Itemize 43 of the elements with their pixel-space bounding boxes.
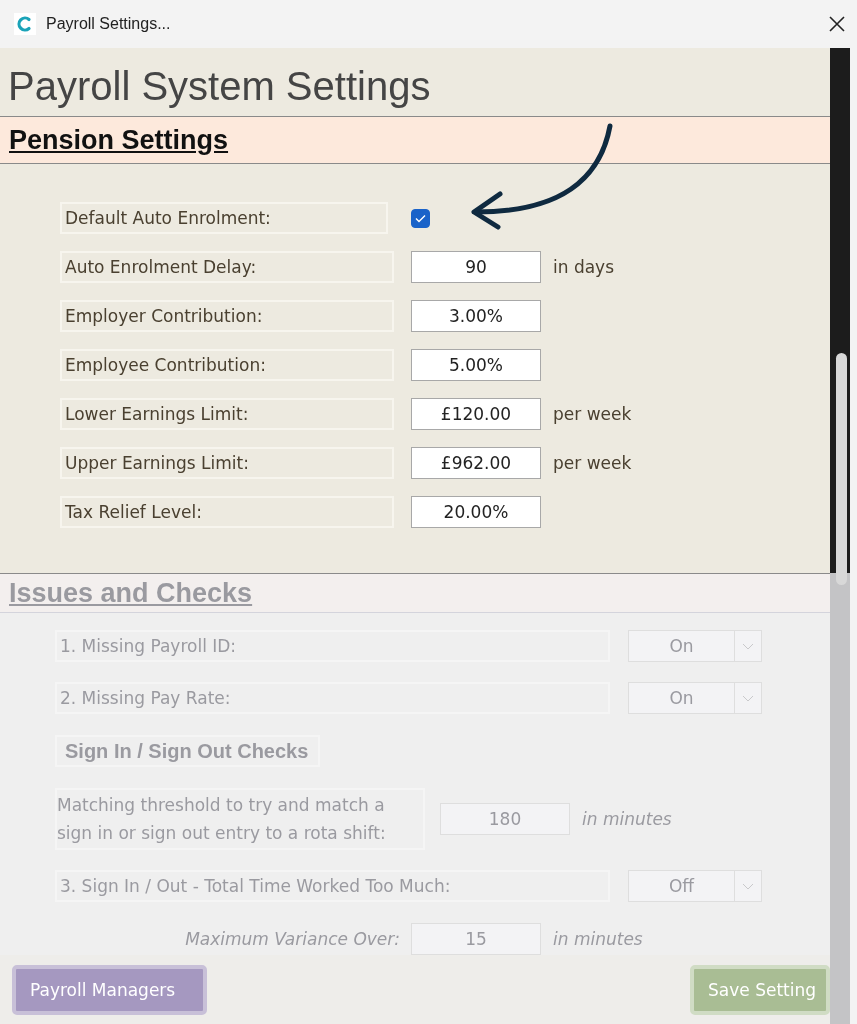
- input-field[interactable]: 3.00%: [411, 300, 541, 332]
- close-icon[interactable]: [829, 16, 845, 32]
- field-label: Default Auto Enrolment:: [60, 202, 388, 234]
- input-field[interactable]: £962.00: [411, 447, 541, 479]
- app-logo-icon: [14, 13, 36, 35]
- window-title: Payroll Settings...: [46, 15, 172, 33]
- section-subheading: Sign In / Sign Out Checks: [55, 735, 321, 767]
- checkmark-icon: [415, 213, 426, 223]
- field-label: Auto Enrolment Delay:: [60, 251, 394, 283]
- input-field[interactable]: 20.00%: [411, 496, 541, 528]
- scrollbar-thumb[interactable]: [836, 353, 847, 585]
- unit-label: in minutes: [553, 929, 643, 949]
- scrollbar[interactable]: [830, 48, 850, 1024]
- dropdown[interactable]: On: [628, 630, 762, 662]
- unit-label: in days: [553, 257, 615, 277]
- check-label: 1. Missing Payroll ID:: [55, 630, 610, 662]
- input-field[interactable]: £120.00: [411, 398, 541, 430]
- dropdown[interactable]: Off: [628, 870, 762, 902]
- field-label: Employee Contribution:: [60, 349, 394, 381]
- chevron-down-icon: [742, 882, 754, 890]
- field-label: Tax Relief Level:: [60, 496, 394, 528]
- chevron-down-icon: [742, 642, 754, 650]
- input-field[interactable]: 5.00%: [411, 349, 541, 381]
- chevron-down-icon: [742, 694, 754, 702]
- field-label: Upper Earnings Limit:: [60, 447, 394, 479]
- save-button[interactable]: Save Setting: [690, 964, 830, 1015]
- dropdown[interactable]: On: [628, 682, 762, 714]
- unit-label: per week: [553, 453, 632, 473]
- variance-label: Maximum Variance Over:: [184, 929, 401, 949]
- threshold-label: Matching threshold to try and match a sign in or sign out entry to a rota shift:: [55, 788, 425, 850]
- checkbox[interactable]: [411, 208, 430, 228]
- unit-label: in minutes: [582, 809, 672, 829]
- section-title: Pension Settings: [9, 124, 229, 156]
- field-label: Lower Earnings Limit:: [60, 398, 394, 430]
- field-label: Employer Contribution:: [60, 300, 394, 332]
- unit-label: per week: [553, 404, 632, 424]
- input-field[interactable]: 15: [411, 923, 541, 955]
- managers-button[interactable]: Payroll Managers: [12, 964, 207, 1015]
- section-title: Issues and Checks: [9, 577, 253, 609]
- input-field[interactable]: 180: [440, 803, 570, 835]
- check-label: 3. Sign In / Out - Total Time Worked Too Much:: [55, 870, 610, 902]
- check-label: 2. Missing Pay Rate:: [55, 682, 610, 714]
- input-field[interactable]: 90: [411, 251, 541, 283]
